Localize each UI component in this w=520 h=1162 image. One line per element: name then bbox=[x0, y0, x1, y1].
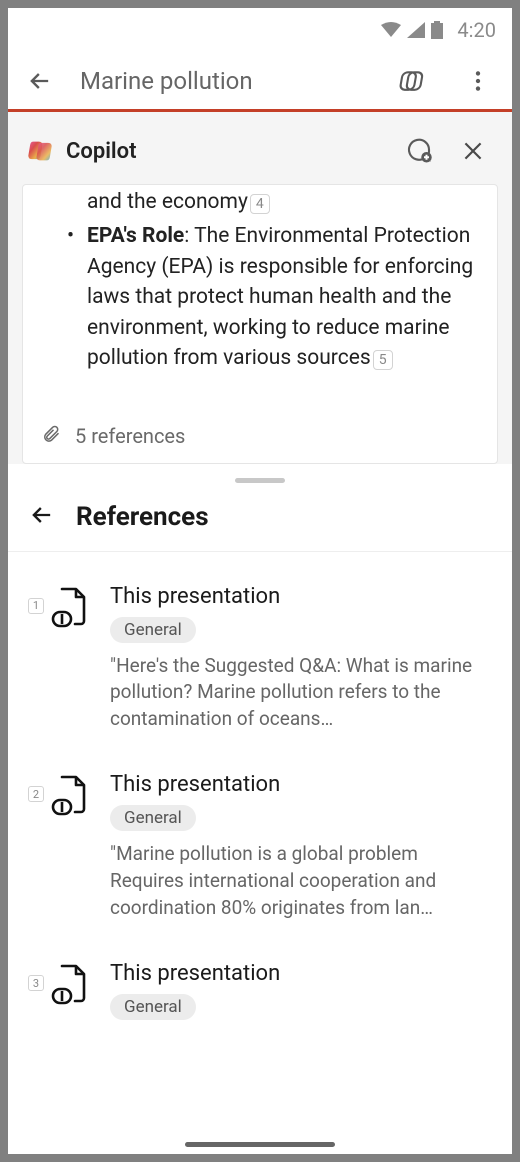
copilot-response-card: and the economy4 • EPA's Role: The Envir… bbox=[22, 184, 498, 464]
drag-handle[interactable] bbox=[235, 478, 285, 483]
reference-number: 2 bbox=[28, 786, 44, 802]
copilot-header: Copilot bbox=[8, 112, 512, 184]
cellular-icon bbox=[407, 22, 425, 38]
references-count-text: 5 references bbox=[75, 424, 185, 448]
app-header: Marine pollution bbox=[8, 52, 512, 112]
close-button[interactable] bbox=[452, 130, 494, 172]
reference-tag: General bbox=[110, 617, 196, 643]
references-back-button[interactable] bbox=[28, 501, 56, 533]
android-nav-bar bbox=[8, 1134, 512, 1154]
nav-pill[interactable] bbox=[185, 1142, 335, 1147]
reference-tag: General bbox=[110, 805, 196, 831]
reference-title: This presentation bbox=[110, 772, 492, 797]
reference-item[interactable]: 3 This presentation General bbox=[8, 949, 512, 1058]
reference-title: This presentation bbox=[110, 961, 492, 986]
reference-title: This presentation bbox=[110, 584, 492, 609]
document-link-icon bbox=[50, 963, 92, 1011]
citation-badge[interactable]: 5 bbox=[373, 350, 393, 370]
reference-snippet: "Here's the Suggested Q&A: What is marin… bbox=[110, 653, 492, 733]
references-header: References bbox=[8, 491, 512, 552]
page-title: Marine pollution bbox=[80, 67, 372, 95]
more-menu-button[interactable] bbox=[456, 59, 500, 103]
reference-number: 3 bbox=[28, 975, 44, 991]
citation-badge[interactable]: 4 bbox=[250, 194, 270, 214]
status-bar: 4:20 bbox=[8, 8, 512, 52]
copilot-title: Copilot bbox=[66, 139, 386, 164]
references-summary[interactable]: 5 references bbox=[41, 424, 479, 449]
content-area: Copilot and the economy4 • EPA's Role: T bbox=[8, 112, 512, 1134]
response-fragment: and the economy4 bbox=[41, 187, 479, 217]
attachment-icon bbox=[41, 424, 61, 449]
references-panel: References 1 bbox=[8, 464, 512, 1134]
reference-number: 1 bbox=[28, 598, 44, 614]
copilot-overlay-button[interactable] bbox=[392, 59, 436, 103]
bullet-dot-icon: • bbox=[67, 221, 87, 373]
references-title: References bbox=[76, 502, 209, 532]
back-button[interactable] bbox=[20, 61, 60, 101]
document-link-icon bbox=[50, 586, 92, 634]
reference-item[interactable]: 2 This presentation General bbox=[8, 760, 512, 949]
device-frame: 4:20 Marine pollution bbox=[8, 8, 512, 1154]
response-bullet: • EPA's Role: The Environmental Protecti… bbox=[41, 221, 479, 373]
references-list: 1 This presentation General bbox=[8, 552, 512, 1079]
reference-snippet: "Marine pollution is a global problem Re… bbox=[110, 841, 492, 921]
wifi-icon bbox=[381, 22, 401, 38]
reference-tag: General bbox=[110, 994, 196, 1020]
new-chat-button[interactable] bbox=[398, 130, 440, 172]
reference-item[interactable]: 1 This presentation General bbox=[8, 572, 512, 761]
status-time: 4:20 bbox=[457, 18, 496, 42]
battery-icon bbox=[431, 21, 443, 39]
copilot-logo-icon bbox=[26, 137, 54, 165]
document-link-icon bbox=[50, 774, 92, 822]
